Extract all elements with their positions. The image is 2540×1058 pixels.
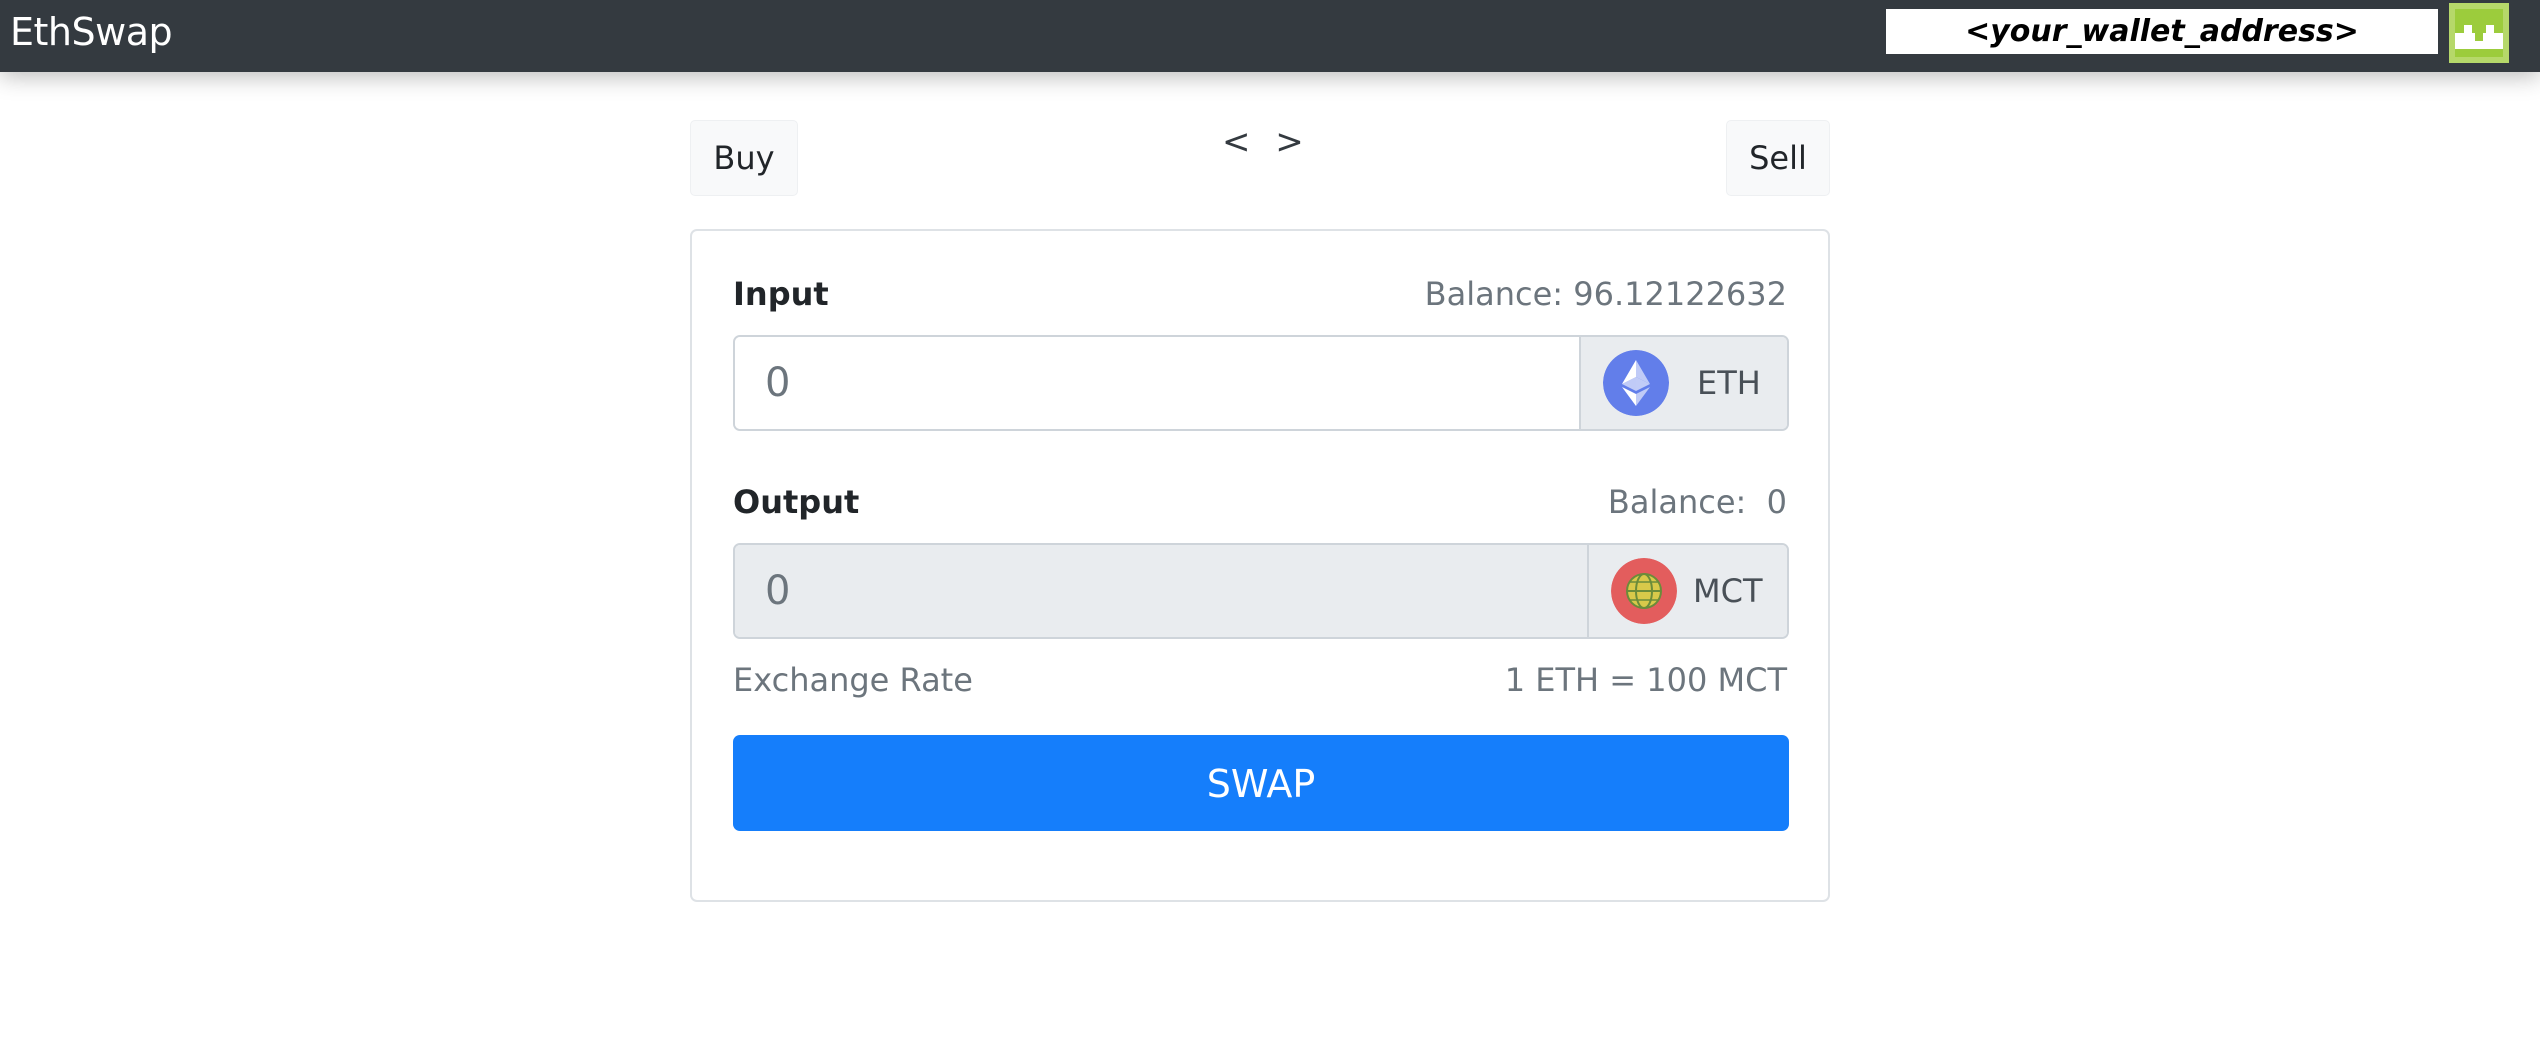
identicon-avatar-icon xyxy=(2449,3,2509,63)
globe-token-icon xyxy=(1611,558,1677,624)
swap-card: Input Balance: 96.12122632 ETH Output Ba… xyxy=(690,229,1830,902)
output-label: Output xyxy=(733,483,860,521)
input-token-addon: ETH xyxy=(1579,337,1787,429)
input-amount-field[interactable] xyxy=(735,337,1579,429)
ethereum-icon xyxy=(1603,350,1669,416)
mode-switch-arrows[interactable]: < > xyxy=(1222,122,1304,162)
brand-title[interactable]: EthSwap xyxy=(10,10,173,54)
input-label: Input xyxy=(733,275,829,313)
exchange-rate-value: 1 ETH = 100 MCT xyxy=(1504,661,1787,699)
output-balance: Balance: 0 xyxy=(1607,483,1787,521)
output-token-label: MCT xyxy=(1693,572,1763,610)
wallet-address: <your_wallet_address> xyxy=(1886,9,2438,54)
sell-button[interactable]: Sell xyxy=(1726,120,1830,196)
output-amount-field xyxy=(735,545,1587,637)
output-token-addon: MCT xyxy=(1587,545,1787,637)
top-navbar: EthSwap <your_wallet_address> xyxy=(0,0,2540,72)
exchange-rate-label: Exchange Rate xyxy=(733,661,973,699)
output-group: MCT xyxy=(733,543,1789,639)
buy-button[interactable]: Buy xyxy=(690,120,798,196)
input-balance: Balance: 96.12122632 xyxy=(1424,275,1787,313)
input-group: ETH xyxy=(733,335,1789,431)
swap-button[interactable]: SWAP xyxy=(733,735,1789,831)
input-token-label: ETH xyxy=(1697,364,1761,402)
